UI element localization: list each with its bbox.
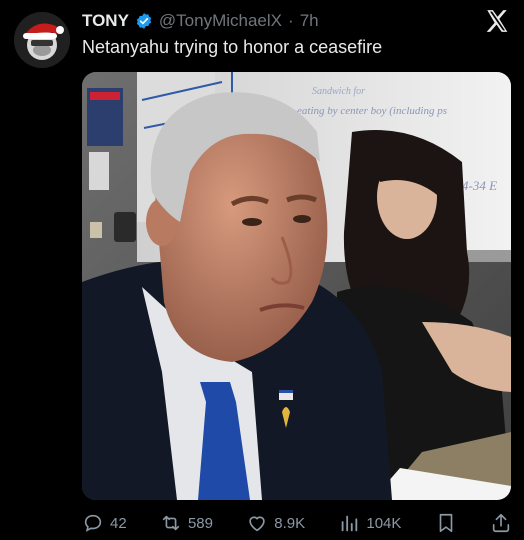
like-button[interactable]: 8.9K [246,512,305,534]
verified-badge-icon [136,13,152,29]
whiteboard-text-2: eating by center boy (including ps [297,105,447,117]
action-bar: 42 589 8.9K 104K [82,509,512,537]
repost-button[interactable]: 589 [160,512,213,534]
views-icon [342,515,358,532]
separator-dot: · [288,11,294,30]
author-name[interactable]: TONY [82,11,129,31]
like-count: 8.9K [274,514,306,532]
views-button[interactable]: 104K [338,512,401,534]
tweet-text: Netanyahu trying to honor a ceasefire [82,37,383,57]
reply-button[interactable]: 42 [82,512,127,534]
repost-icon [162,515,180,531]
bookmark-button[interactable] [435,512,457,534]
like-icon [249,516,265,532]
reply-count: 42 [110,514,127,532]
repost-count: 589 [187,514,213,532]
views-count: 104K [366,514,402,532]
x-logo-icon [486,10,508,32]
whiteboard-text-3: 4-34 E [462,178,497,193]
reply-icon [84,514,102,532]
bookmark-icon [439,513,453,533]
whiteboard-text-1: Sandwich for [312,86,365,97]
share-button[interactable] [490,512,512,534]
timestamp[interactable]: 7h [300,11,319,31]
photo: Sandwich for eating by center boy (inclu… [82,72,511,500]
avatar[interactable] [14,12,70,68]
share-icon [492,513,510,533]
tweet-header: TONY @TonyMichaelX · 7h [82,9,319,33]
tweet-image[interactable]: Sandwich for eating by center boy (inclu… [82,72,511,500]
author-handle[interactable]: @TonyMichaelX [159,11,282,31]
